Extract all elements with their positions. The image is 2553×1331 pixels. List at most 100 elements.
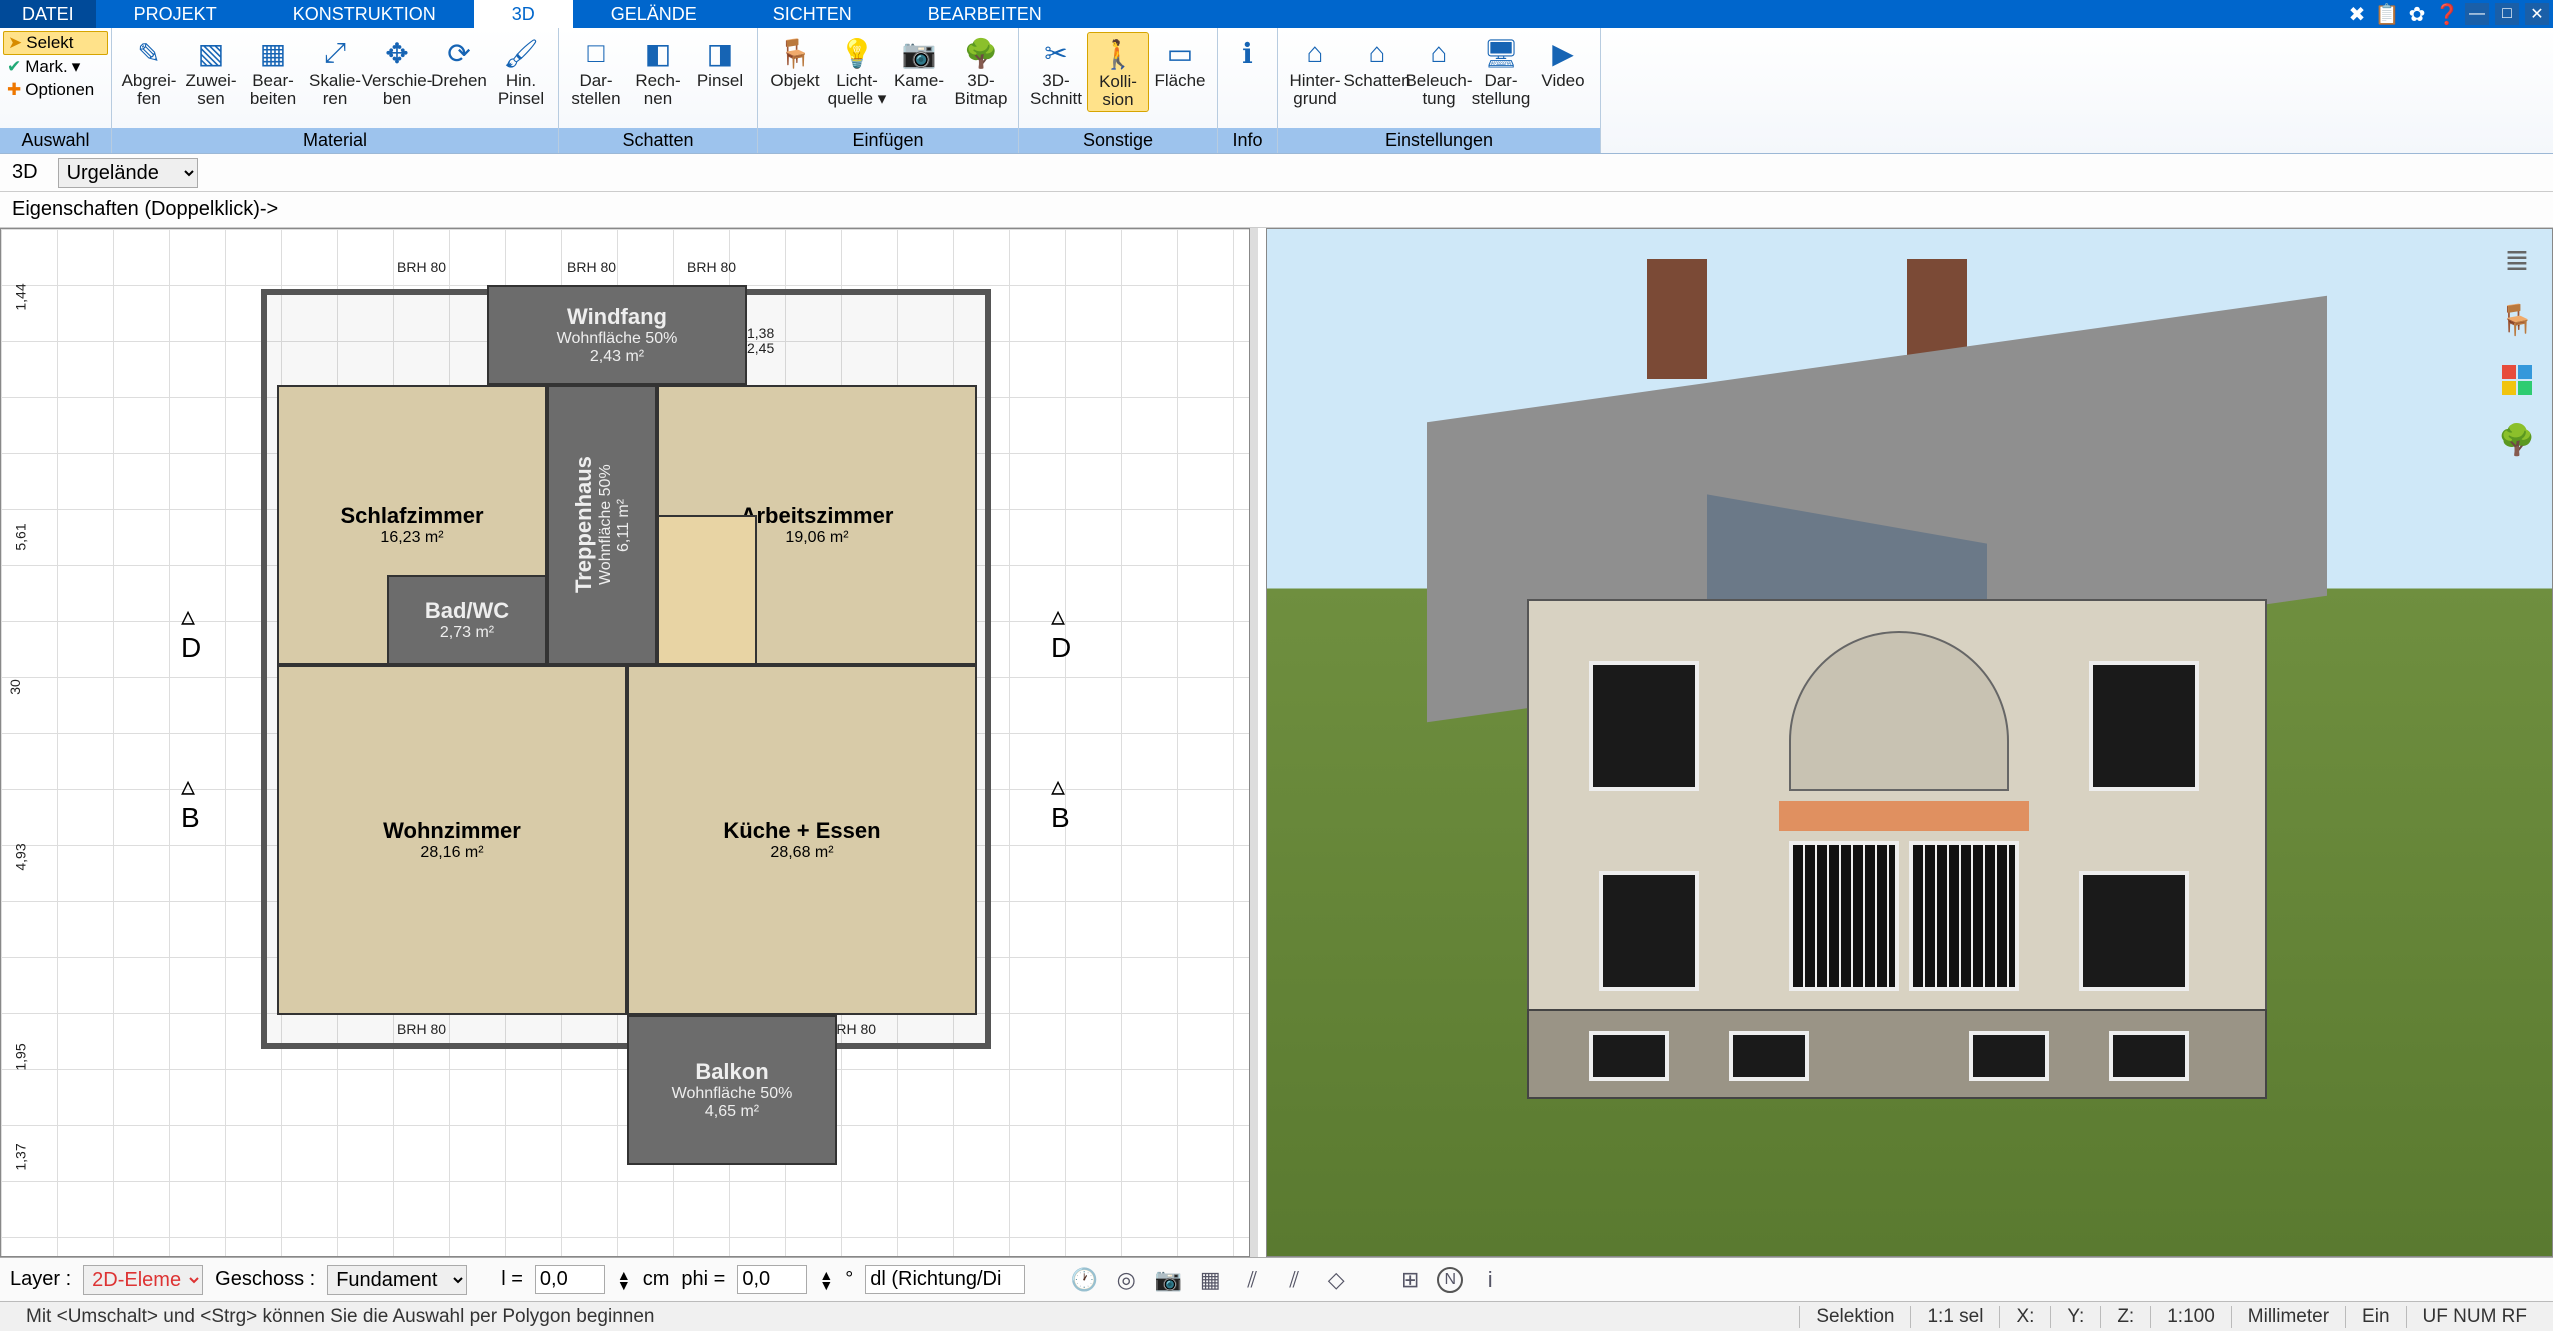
help-icon[interactable]: ❓: [2435, 3, 2459, 25]
geschoss-select[interactable]: Fundament: [327, 1265, 467, 1295]
diamond-icon[interactable]: ◇: [1321, 1265, 1351, 1295]
minimize-button[interactable]: —: [2465, 3, 2489, 25]
ribbon-caption: Pinsel: [697, 72, 743, 90]
close-button[interactable]: ✕: [2525, 3, 2549, 25]
window: [1599, 871, 1699, 991]
ribbon-flche-button[interactable]: ▭Fläche: [1149, 32, 1211, 92]
room-balkon[interactable]: BalkonWohnfläche 50%4,65 m²: [627, 1015, 837, 1165]
terrain-select[interactable]: Urgelände: [58, 158, 198, 188]
status-num: UF NUM RF: [2406, 1306, 2543, 1328]
info2-icon[interactable]: i: [1475, 1265, 1505, 1295]
ribbon-group-einstellungen: ⌂Hinter- grund⌂Schatten⌂Beleuch- tung🖥Da…: [1278, 28, 1601, 153]
ribbon-dbitmap-button[interactable]: 🌳3D- Bitmap: [950, 32, 1012, 110]
tool-icon[interactable]: ✖: [2345, 3, 2369, 25]
window: [1589, 661, 1699, 791]
building-outline[interactable]: BRH 80 BRH 80 BRH 80 1,52 1,48 2,59 1,38…: [261, 289, 991, 1049]
ribbon-icon: ✂: [1036, 34, 1076, 72]
ribbon-hinpinsel-button[interactable]: 🖌Hin. Pinsel: [490, 32, 552, 110]
spinner-icon[interactable]: ▲▼: [617, 1270, 631, 1290]
select-tool[interactable]: ➤Selekt: [3, 31, 108, 55]
ribbon-icon: ⟳: [439, 34, 479, 72]
ribbon-skalieren-button[interactable]: ⤢Skalie- ren: [304, 32, 366, 110]
ribbon-lichtquelle-button[interactable]: 💡Licht- quelle ▾: [826, 32, 888, 110]
grid-icon[interactable]: ⊞: [1395, 1265, 1425, 1295]
side-dim: 1,95: [13, 1043, 29, 1070]
palette-icon[interactable]: [2496, 359, 2538, 401]
3d-view-pane[interactable]: ≣ 🪑 🌳: [1266, 228, 2553, 1257]
target-icon[interactable]: ◎: [1111, 1265, 1141, 1295]
ribbon-group-material: ✎Abgrei- fen▧Zuwei- sen▦Bear- beiten⤢Ska…: [112, 28, 559, 153]
menu-datei[interactable]: DATEI: [0, 0, 96, 28]
pane-splitter[interactable]: [1250, 228, 1258, 1257]
ribbon-icon: 🖌: [501, 34, 541, 72]
clipboard-icon[interactable]: 📋: [2375, 3, 2399, 25]
menu-bar: DATEI PROJEKT KONSTRUKTION 3D GELÄNDE SI…: [0, 0, 2553, 28]
ribbon-icon: ⌂: [1419, 34, 1459, 72]
furniture-icon[interactable]: 🪑: [2496, 299, 2538, 341]
info-button[interactable]: ℹ: [1224, 32, 1271, 74]
ribbon-icon: ◧: [638, 34, 678, 72]
room-stair[interactable]: [657, 515, 757, 665]
room-kueche[interactable]: Küche + Essen28,68 m²: [627, 665, 977, 1015]
menu-bearbeiten[interactable]: BEARBEITEN: [890, 0, 1080, 28]
parallel2-icon[interactable]: ⫽: [1279, 1265, 1309, 1295]
layers-icon[interactable]: ≣: [2496, 239, 2538, 281]
ribbon-video-button[interactable]: ▶Video: [1532, 32, 1594, 92]
ribbon-schatten-button[interactable]: ⌂Schatten: [1346, 32, 1408, 92]
options-tool[interactable]: ✚Optionen: [3, 79, 108, 101]
status-ein: Ein: [2345, 1306, 2405, 1328]
layer-select[interactable]: 2D-Elemen: [83, 1265, 203, 1295]
menu-konstruktion[interactable]: KONSTRUKTION: [255, 0, 474, 28]
tree-icon[interactable]: 🌳: [2496, 419, 2538, 461]
spinner-icon[interactable]: ▲▼: [819, 1270, 833, 1290]
maximize-button[interactable]: □: [2495, 3, 2519, 25]
ribbon-bearbeiten-button[interactable]: ▦Bear- beiten: [242, 32, 304, 110]
section-marker-d: ▵D: [181, 599, 201, 664]
ribbon: ➤Selekt ✔Mark. ▾ ✚Optionen Auswahl ✎Abgr…: [0, 28, 2553, 154]
settings-icon[interactable]: ✿: [2405, 3, 2429, 25]
length-input[interactable]: [535, 1265, 605, 1294]
ribbon-hintergrund-button[interactable]: ⌂Hinter- grund: [1284, 32, 1346, 110]
ribbon-verschieben-button[interactable]: ✥Verschie- ben: [366, 32, 428, 110]
room-name: Küche + Essen: [723, 818, 880, 844]
chimney: [1647, 259, 1707, 379]
room-treppenhaus[interactable]: TreppenhausWohnfläche 50%6,11 m²: [547, 385, 657, 665]
properties-hint[interactable]: Eigenschaften (Doppelklick)->: [12, 198, 278, 221]
ribbon-kollision-button[interactable]: 🚶Kolli- sion: [1087, 32, 1149, 112]
ribbon-darstellen-button[interactable]: □Dar- stellen: [565, 32, 627, 110]
clock-icon[interactable]: 🕐: [1069, 1265, 1099, 1295]
room-windfang[interactable]: WindfangWohnfläche 50%2,43 m²: [487, 285, 747, 385]
ribbon-abgreifen-button[interactable]: ✎Abgrei- fen: [118, 32, 180, 110]
ribbon-beleuchtung-button[interactable]: ⌂Beleuch- tung: [1408, 32, 1470, 110]
menu-gelaende[interactable]: GELÄNDE: [573, 0, 735, 28]
ribbon-rechnen-button[interactable]: ◧Rech- nen: [627, 32, 689, 110]
north-icon[interactable]: N: [1437, 1267, 1463, 1293]
ribbon-kamera-button[interactable]: 📷Kame- ra: [888, 32, 950, 110]
mark-tool[interactable]: ✔Mark. ▾: [3, 56, 108, 78]
info-icon: ℹ: [1228, 34, 1268, 72]
ribbon-dschnitt-button[interactable]: ✂3D- Schnitt: [1025, 32, 1087, 110]
room-area: 16,23 m²: [380, 529, 443, 547]
ribbon-darstellung-button[interactable]: 🖥Dar- stellung: [1470, 32, 1532, 110]
menu-sichten[interactable]: SICHTEN: [735, 0, 890, 28]
menu-projekt[interactable]: PROJEKT: [96, 0, 255, 28]
ribbon-objekt-button[interactable]: 🪑Objekt: [764, 32, 826, 92]
window: [2109, 1031, 2189, 1081]
ribbon-drehen-button[interactable]: ⟳Drehen: [428, 32, 490, 92]
ribbon-zuweisen-button[interactable]: ▧Zuwei- sen: [180, 32, 242, 110]
parallel-icon[interactable]: ⫽: [1237, 1265, 1267, 1295]
room-wohnzimmer[interactable]: Wohnzimmer28,16 m²: [277, 665, 627, 1015]
layer-icon[interactable]: ▦: [1195, 1265, 1225, 1295]
menu-3d[interactable]: 3D: [474, 0, 573, 28]
status-ratio: 1:1 sel: [1910, 1306, 1999, 1328]
window-controls: ✖ 📋 ✿ ❓ — □ ✕: [2345, 0, 2553, 28]
room-badwc[interactable]: Bad/WC2,73 m²: [387, 575, 547, 665]
house-model[interactable]: [1387, 299, 2367, 1119]
group-label-sonstige: Sonstige: [1019, 128, 1217, 153]
window: [1729, 1031, 1809, 1081]
camera-icon[interactable]: 📷: [1153, 1265, 1183, 1295]
floorplan-pane[interactable]: 1,44 5,61 30 4,93 1,95 1,37 ▵D ▵D ▵B ▵B …: [0, 228, 1250, 1257]
dl-input[interactable]: [865, 1265, 1025, 1294]
ribbon-pinsel-button[interactable]: ◨Pinsel: [689, 32, 751, 92]
phi-input[interactable]: [737, 1265, 807, 1294]
